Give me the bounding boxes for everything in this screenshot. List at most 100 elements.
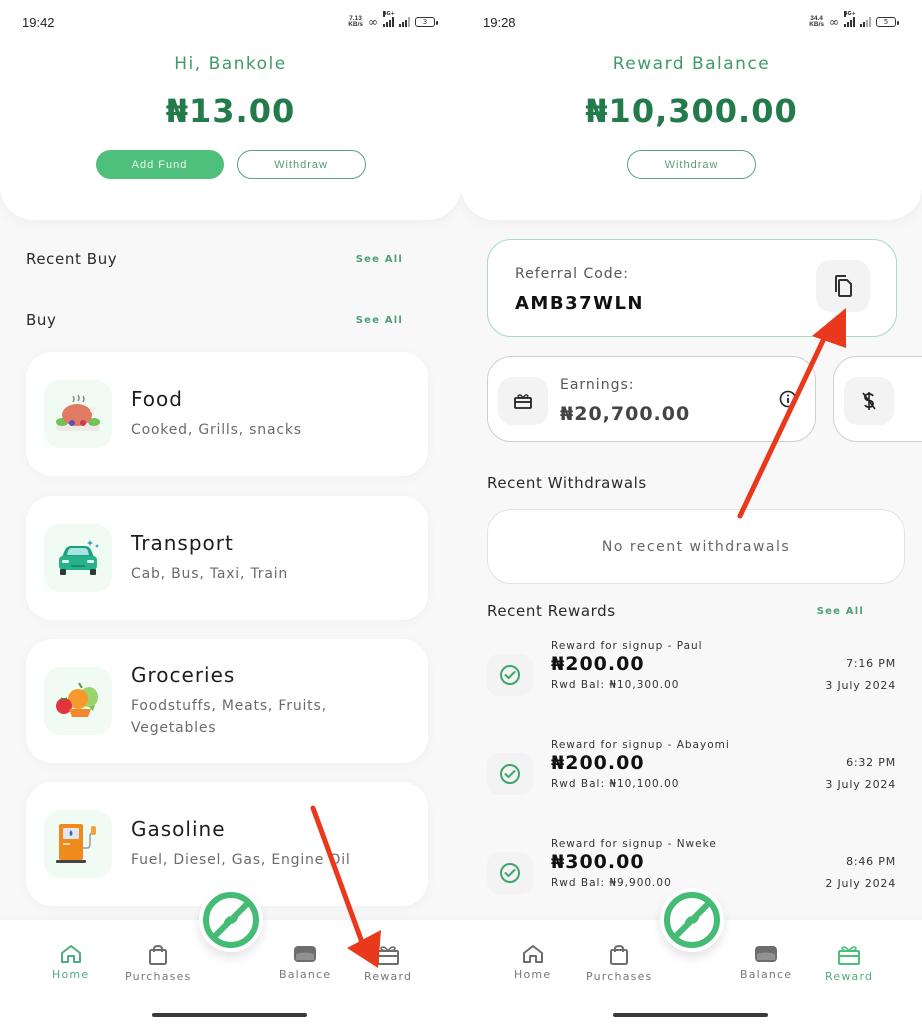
signal-4g-icon: 4G+ — [383, 11, 395, 27]
reward-list-item[interactable]: Reward for signup - Abayomi ₦200.00 Rwd Ba… — [487, 739, 896, 809]
recent-withdrawals-header: Recent Withdrawals — [487, 474, 864, 492]
hotspot-icon: ∞ — [368, 15, 378, 29]
battery-icon: 5 — [876, 17, 899, 27]
nav-home[interactable]: Home — [52, 944, 89, 981]
hotspot-icon: ∞ — [829, 15, 839, 29]
withdraw-reward-button[interactable]: Withdraw — [627, 150, 756, 179]
status-bar: 19:28 34.4 KB/s ∞ 4G+ 5 — [461, 0, 922, 44]
buy-see-all-link[interactable]: See All — [356, 315, 403, 326]
info-icon — [779, 390, 797, 408]
category-title: Gasoline — [131, 817, 226, 841]
reward-balance: ₦10,300.00 — [585, 92, 798, 130]
earnings-info-button[interactable] — [779, 390, 797, 412]
reward-time: 7:16 PM — [846, 657, 896, 670]
recent-rewards-title: Recent Rewards — [487, 602, 616, 620]
network-speed: 34.4 KB/s — [809, 14, 824, 28]
battery-icon: 3 — [415, 17, 438, 27]
nav-purchases[interactable]: Purchases — [586, 944, 652, 983]
buy-title: Buy — [26, 311, 57, 329]
add-fund-button[interactable]: Add Fund — [95, 150, 224, 179]
home-indicator — [613, 1013, 768, 1017]
category-subtitle: Foodstuffs, Meats, Fruits, Vegetables — [131, 698, 327, 736]
greeting: Hi, Bankole — [174, 54, 287, 74]
car-icon — [44, 524, 112, 592]
reward-description: Reward for signup - Abayomi — [551, 739, 730, 751]
nav-reward[interactable]: Reward — [364, 944, 412, 983]
reward-amount: ₦300.00 — [551, 851, 645, 873]
home-icon — [60, 945, 81, 963]
reward-time: 8:46 PM — [846, 855, 896, 868]
home-icon — [522, 945, 543, 963]
status-time: 19:42 — [22, 14, 55, 30]
wallet-icon — [755, 946, 778, 962]
signal-icon — [860, 17, 871, 27]
brand-logo-icon — [664, 892, 720, 948]
home-indicator — [152, 1013, 307, 1017]
check-circle-icon — [487, 753, 533, 795]
category-subtitle: Fuel, Diesel, Gas, Engine Oil — [131, 852, 351, 868]
center-scan-button[interactable] — [660, 888, 724, 952]
wallet-balance: ₦13.00 — [165, 92, 296, 130]
category-subtitle: Cooked, Grills, snacks — [131, 422, 302, 438]
signal-icon — [399, 17, 410, 27]
earnings-card: Earnings: ₦20,700.00 — [487, 356, 816, 442]
nav-home[interactable]: Home — [514, 944, 551, 981]
recent-rewards-header: Recent Rewards See All — [487, 602, 864, 620]
shopping-bag-icon — [149, 944, 168, 965]
home-screen: Hi, Bankole ₦13.00 Add Fund Withdraw 19:… — [0, 0, 461, 1024]
reward-date: 3 July 2024 — [825, 679, 896, 692]
reward-running-balance: Rwd Bal: ₦10,300.00 — [551, 679, 680, 691]
referral-code-value: AMB37WLN — [515, 293, 644, 314]
nav-balance[interactable]: Balance — [740, 944, 792, 981]
check-circle-icon — [487, 852, 533, 894]
category-subtitle: Cab, Bus, Taxi, Train — [131, 566, 289, 582]
reward-description: Reward for signup - Paul — [551, 640, 703, 652]
recent-buy-see-all-link[interactable]: See All — [356, 254, 403, 265]
brand-logo-icon — [203, 892, 259, 948]
copy-icon — [835, 275, 852, 297]
wallet-icon — [294, 946, 317, 962]
status-bar: 19:42 7.13 KB/s ∞ 4G+ 3 — [0, 0, 461, 44]
network-speed: 7.13 KB/s — [348, 14, 363, 28]
category-card-groceries[interactable]: Groceries Foodstuffs, Meats, Fruits, Veg… — [26, 639, 428, 763]
recent-buy-title: Recent Buy — [26, 250, 118, 268]
reward-running-balance: Rwd Bal: ₦10,100.00 — [551, 778, 680, 790]
buy-header: Buy See All — [26, 311, 403, 329]
check-circle-icon — [487, 654, 533, 696]
category-title: Transport — [131, 531, 234, 555]
signal-4g-icon: 4G+ — [844, 11, 856, 27]
fuel-pump-icon — [44, 810, 112, 878]
earnings-value: ₦20,700.00 — [560, 403, 691, 425]
category-card-food[interactable]: Food Cooked, Grills, snacks — [26, 352, 428, 476]
gift-icon — [498, 377, 548, 425]
reward-amount: ₦200.00 — [551, 653, 645, 675]
nav-reward[interactable]: Reward — [825, 944, 873, 983]
recent-withdrawals-title: Recent Withdrawals — [487, 474, 647, 492]
category-title: Food — [131, 387, 183, 411]
shopping-bag-icon — [610, 944, 629, 965]
withdrawals-empty-state: No recent withdrawals — [487, 509, 905, 584]
no-dollar-icon — [844, 377, 894, 425]
category-card-transport[interactable]: Transport Cab, Bus, Taxi, Train — [26, 496, 428, 620]
withdraw-button[interactable]: Withdraw — [236, 150, 366, 179]
nav-purchases[interactable]: Purchases — [125, 944, 191, 983]
reward-date: 3 July 2024 — [825, 778, 896, 791]
copy-referral-button[interactable] — [816, 260, 870, 312]
reward-list-item[interactable]: Reward for signup - Paul ₦200.00 Rwd Bal: … — [487, 640, 896, 710]
second-stat-card — [833, 356, 922, 442]
status-time: 19:28 — [483, 14, 516, 30]
center-scan-button[interactable] — [199, 888, 263, 952]
earnings-label: Earnings: — [560, 377, 635, 393]
reward-running-balance: Rwd Bal: ₦9,900.00 — [551, 877, 672, 889]
reward-date: 2 July 2024 — [825, 877, 896, 890]
roast-chicken-icon — [44, 380, 112, 448]
nav-balance[interactable]: Balance — [279, 944, 331, 981]
gift-icon — [377, 946, 400, 965]
fruits-vegetables-icon — [44, 667, 112, 735]
reward-time: 6:32 PM — [846, 756, 896, 769]
recent-rewards-see-all-link[interactable]: See All — [817, 606, 864, 617]
referral-code-card: Referral Code: AMB37WLN — [487, 239, 897, 337]
reward-balance-title: Reward Balance — [612, 54, 771, 74]
gift-icon — [838, 946, 861, 965]
recent-buy-header: Recent Buy See All — [26, 250, 403, 268]
